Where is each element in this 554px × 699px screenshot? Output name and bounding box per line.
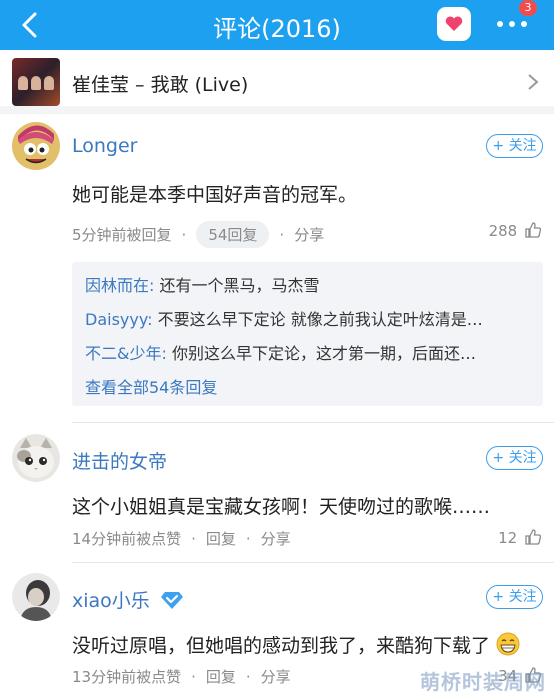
follow-button[interactable]: + 关注 xyxy=(486,446,543,470)
reply-preview-box[interactable]: 因林而在: 还有一个黑马，马杰雪 Daisyyy: 不要这么早下定论 就像之前我… xyxy=(72,262,543,406)
comment-text-content: 没听过原唱，但她唱的感动到我了，来酷狗下载了 xyxy=(72,635,491,657)
reply-user[interactable]: 因林而在: xyxy=(85,276,154,295)
comment-text: 没听过原唱，但她唱的感动到我了，来酷狗下载了 xyxy=(72,631,520,658)
verified-diamond-icon xyxy=(160,592,183,609)
reply-count-button[interactable]: 54回复 xyxy=(196,221,270,248)
favorite-button[interactable] xyxy=(437,7,471,41)
cartoon-avatar-icon xyxy=(12,122,60,170)
follow-button[interactable]: + 关注 xyxy=(486,585,543,609)
comment-time: 5分钟前被回复 xyxy=(72,226,172,244)
thumbs-up-icon xyxy=(525,222,542,238)
more-icon[interactable] xyxy=(492,14,532,34)
avatar[interactable] xyxy=(12,434,60,482)
song-row[interactable]: 崔佳莹 – 我敢 (Live) xyxy=(0,50,554,114)
watermark: 萌桥时装周网 xyxy=(420,670,546,694)
notification-badge: 3 xyxy=(519,0,537,16)
reply-item: 不二&少年: 你别这么早下定论，这才第一期，后面还… xyxy=(85,340,533,364)
username[interactable]: 进击的女帝 xyxy=(72,447,167,474)
comment-meta: 14分钟前被点赞 · 回复 · 分享 xyxy=(72,530,291,548)
heart-chat-icon xyxy=(445,16,463,31)
username-text: xiao小乐 xyxy=(72,590,150,612)
grin-emoji-icon xyxy=(496,632,520,656)
comment-text: 这个小姐姐真是宝藏女孩啊！天使吻过的歌喉…… xyxy=(72,496,491,518)
avatar[interactable] xyxy=(12,573,60,621)
follow-button[interactable]: + 关注 xyxy=(486,134,543,158)
like-button[interactable]: 12 xyxy=(498,528,542,547)
comment-time: 13分钟前被点赞 xyxy=(72,668,182,686)
share-button[interactable]: 分享 xyxy=(261,668,291,686)
reply-item: Daisyyy: 不要这么早下定论 就像之前我认定叶炫清是… xyxy=(85,306,533,330)
top-bar: 评论(2016) 3 xyxy=(0,0,554,50)
reply-text: 不要这么早下定论 就像之前我认定叶炫清是… xyxy=(157,310,483,329)
reply-item: 因林而在: 还有一个黑马，马杰雪 xyxy=(85,272,533,296)
like-count: 12 xyxy=(498,529,518,547)
share-button[interactable]: 分享 xyxy=(261,530,291,548)
reply-text: 还有一个黑马，马杰雪 xyxy=(159,276,320,295)
comment-meta: 5分钟前被回复 · 54回复 · 分享 xyxy=(72,221,324,248)
like-count: 288 xyxy=(488,222,518,240)
comment-time: 14分钟前被点赞 xyxy=(72,530,182,548)
view-all-replies-link[interactable]: 查看全部54条回复 xyxy=(85,374,217,398)
username[interactable]: Longer xyxy=(72,135,137,157)
divider xyxy=(72,422,554,423)
cat-avatar-icon xyxy=(12,434,60,482)
reply-user[interactable]: Daisyyy: xyxy=(85,310,153,329)
photo-avatar-icon xyxy=(12,573,60,621)
avatar[interactable] xyxy=(12,122,60,170)
album-cover xyxy=(12,58,60,106)
reply-user[interactable]: 不二&少年: xyxy=(85,344,167,363)
song-name: 崔佳莹 – 我敢 (Live) xyxy=(72,74,249,96)
like-button[interactable]: 288 xyxy=(489,221,542,240)
reply-button[interactable]: 回复 xyxy=(206,668,236,686)
thumbs-up-icon xyxy=(525,529,542,545)
username[interactable]: xiao小乐 xyxy=(72,586,184,613)
chevron-right-icon xyxy=(528,74,539,90)
reply-text: 你别这么早下定论，这才第一期，后面还… xyxy=(171,344,476,363)
share-button[interactable]: 分享 xyxy=(294,226,324,244)
reply-button[interactable]: 回复 xyxy=(206,530,236,548)
divider xyxy=(72,562,554,563)
comment-meta: 13分钟前被点赞 · 回复 · 分享 xyxy=(72,668,291,686)
comment-text: 她可能是本季中国好声音的冠军。 xyxy=(72,184,358,206)
